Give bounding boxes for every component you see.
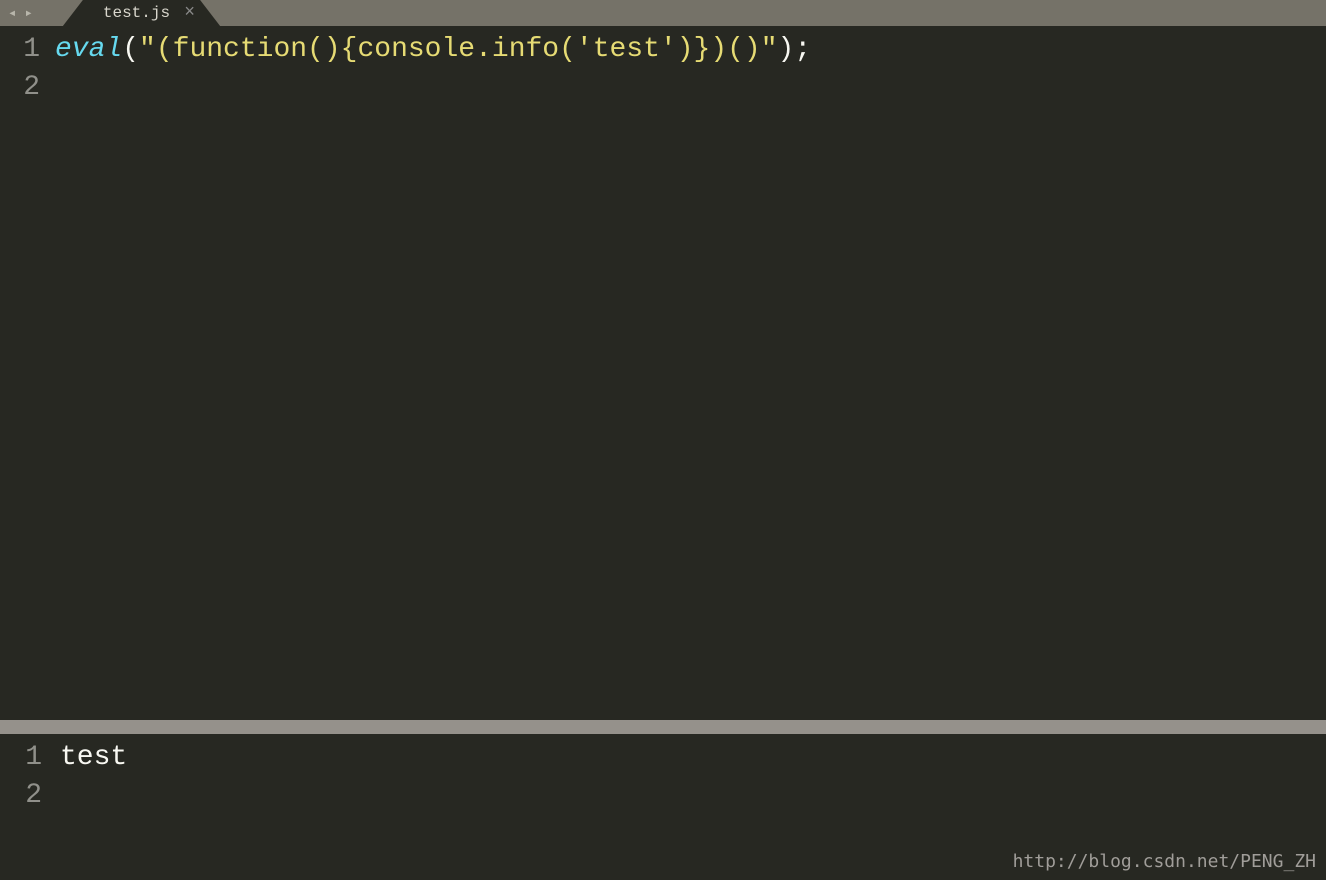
token-keyword: eval: [55, 34, 122, 65]
close-icon[interactable]: ×: [184, 3, 195, 23]
tab-bar: ◂ ▸ test.js ×: [0, 0, 1326, 26]
token-string: "(function(){console.info('test')})()": [139, 34, 778, 65]
line-number: 2: [0, 69, 40, 107]
token-paren: ): [778, 34, 795, 65]
console-line: test: [60, 739, 1326, 777]
file-tab[interactable]: test.js ×: [63, 0, 220, 26]
nav-forward-icon[interactable]: ▸: [24, 5, 32, 22]
code-area[interactable]: eval("(function(){console.info('test')})…: [55, 26, 1326, 720]
line-number: 1: [0, 739, 42, 777]
editor-gutter: 1 2: [0, 26, 55, 720]
watermark: http://blog.csdn.net/PENG_ZH: [1013, 851, 1316, 872]
token-punct: ;: [794, 34, 811, 65]
line-number: 2: [0, 777, 42, 815]
code-line: eval("(function(){console.info('test')})…: [55, 31, 1326, 69]
editor-pane: 1 2 eval("(function(){console.info('test…: [0, 26, 1326, 720]
console-gutter: 1 2: [0, 734, 60, 880]
token-paren: (: [122, 34, 139, 65]
nav-arrows: ◂ ▸: [0, 5, 33, 22]
line-number: 1: [0, 31, 40, 69]
pane-divider[interactable]: [0, 720, 1326, 734]
tab-filename: test.js: [103, 4, 170, 22]
nav-back-icon[interactable]: ◂: [8, 5, 16, 22]
